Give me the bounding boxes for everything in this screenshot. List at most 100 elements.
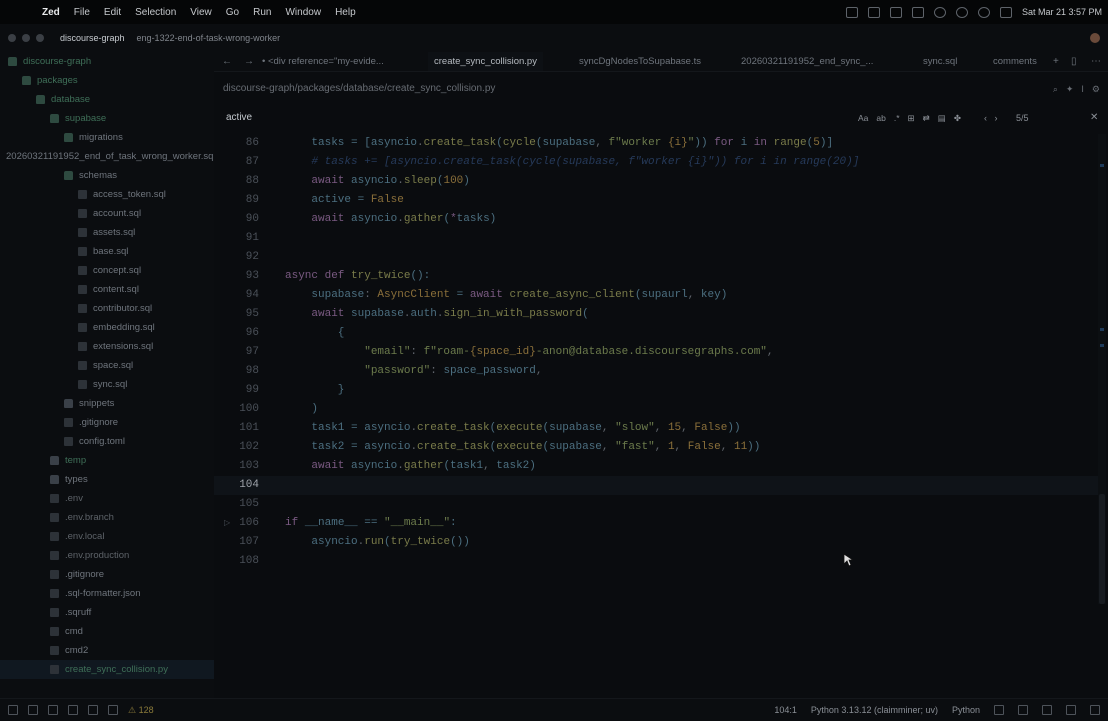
nav-forward-icon[interactable]: → xyxy=(244,52,254,71)
cursor-position[interactable]: 104:1 xyxy=(774,699,797,721)
tree-item[interactable]: 20260321191952_end_of_task_wrong_worker.… xyxy=(0,147,214,166)
code-line[interactable]: 101 task1 = asyncio.create_task(execute(… xyxy=(214,419,1098,438)
branch-picker[interactable]: eng-1322-end-of-task-wrong-worker xyxy=(137,33,281,43)
tree-item[interactable]: migrations xyxy=(0,128,214,147)
tree-item[interactable]: config.toml xyxy=(0,432,214,451)
battery-icon[interactable] xyxy=(911,6,924,18)
user-avatar[interactable] xyxy=(1090,33,1100,43)
control-center-icon[interactable] xyxy=(999,6,1012,18)
code-editor[interactable]: 86 tasks = [asyncio.create_task(cycle(su… xyxy=(214,134,1098,694)
code-line[interactable]: 99 } xyxy=(214,381,1098,400)
code-line[interactable]: 87 # tasks += [asyncio.create_task(cycle… xyxy=(214,153,1098,172)
tree-item[interactable]: .gitignore xyxy=(0,565,214,584)
wifi-icon[interactable] xyxy=(977,6,990,18)
code-line[interactable]: 108 xyxy=(214,552,1098,571)
code-line[interactable]: 104 xyxy=(214,476,1098,495)
menu-help[interactable]: Help xyxy=(335,7,356,18)
code-line[interactable]: 93 async def try_twice(): xyxy=(214,267,1098,286)
project-panel-toggle-icon[interactable] xyxy=(8,705,18,715)
tree-item[interactable]: account.sql xyxy=(0,204,214,223)
tree-item[interactable]: .env xyxy=(0,489,214,508)
tree-item[interactable]: schemas xyxy=(0,166,214,185)
code-line[interactable]: 98 "password": space_password, xyxy=(214,362,1098,381)
match-case-toggle[interactable]: Aa xyxy=(858,108,868,128)
tree-item[interactable]: cmd2 xyxy=(0,641,214,660)
code-line[interactable]: 92 xyxy=(214,248,1098,267)
tab-comments[interactable]: comments xyxy=(993,52,1037,71)
menu-go[interactable]: Go xyxy=(226,7,239,18)
git-panel-icon[interactable] xyxy=(28,705,38,715)
tree-item[interactable]: .gitignore xyxy=(0,413,214,432)
previous-match-icon[interactable]: ‹ xyxy=(984,113,987,123)
headphones-icon[interactable] xyxy=(933,6,946,18)
tree-item[interactable]: sync.sql xyxy=(0,375,214,394)
code-line[interactable]: 102 task2 = asyncio.create_task(execute(… xyxy=(214,438,1098,457)
editor-scrollbar[interactable] xyxy=(1098,134,1106,604)
tree-item[interactable]: assets.sql xyxy=(0,223,214,242)
code-line[interactable]: 96 { xyxy=(214,324,1098,343)
menu-selection[interactable]: Selection xyxy=(135,7,176,18)
zoom-window-button[interactable] xyxy=(36,34,44,42)
menu-app-name[interactable]: Zed xyxy=(42,7,60,18)
nav-back-icon[interactable]: ← xyxy=(222,52,232,71)
status-app-icon[interactable] xyxy=(867,6,880,18)
tree-item[interactable]: cmd xyxy=(0,622,214,641)
tree-item[interactable]: space.sql xyxy=(0,356,214,375)
code-line[interactable]: 91 xyxy=(214,229,1098,248)
tab-sync-dg-nodes[interactable]: syncDgNodesToSupabase.ts xyxy=(579,52,701,71)
code-line[interactable]: 95 await supabase.auth.sign_in_with_pass… xyxy=(214,305,1098,324)
tree-item[interactable]: embedding.sql xyxy=(0,318,214,337)
code-line[interactable]: 86 tasks = [asyncio.create_task(cycle(su… xyxy=(214,134,1098,153)
tree-item[interactable]: temp xyxy=(0,451,214,470)
tree-item[interactable]: create_sync_collision.py xyxy=(0,660,214,679)
select-all-matches-icon[interactable]: ⊞ xyxy=(908,108,915,128)
collab-panel-icon[interactable] xyxy=(68,705,78,715)
tab-create-sync-collision[interactable]: create_sync_collision.py xyxy=(428,52,543,71)
cursor-icon[interactable]: I xyxy=(1081,80,1084,98)
tree-item[interactable]: snippets xyxy=(0,394,214,413)
tab-div-reference[interactable]: • <div reference="my-evide... xyxy=(262,52,384,71)
search-input[interactable]: active xyxy=(226,108,252,128)
new-tab-icon[interactable]: + xyxy=(1053,52,1059,71)
more-options-icon[interactable]: ⋯ xyxy=(1091,52,1101,71)
tree-item[interactable]: access_token.sql xyxy=(0,185,214,204)
breadcrumb-path[interactable]: discourse-graph/packages/database/create… xyxy=(223,80,495,98)
language-selector[interactable]: Python xyxy=(952,699,980,721)
code-line[interactable]: 105 xyxy=(214,495,1098,514)
tree-item[interactable]: extensions.sql xyxy=(0,337,214,356)
project-picker[interactable]: discourse-graph xyxy=(60,33,125,43)
options-icon[interactable]: ✤ xyxy=(954,108,961,128)
code-line[interactable]: 97 "email": f"roam-{space_id}-anon@datab… xyxy=(214,343,1098,362)
python-interpreter[interactable]: Python 3.13.12 (claimminer; uv) xyxy=(811,699,938,721)
tree-item[interactable]: .sqruff xyxy=(0,603,214,622)
tree-item[interactable]: concept.sql xyxy=(0,261,214,280)
status-app-icon[interactable] xyxy=(889,6,902,18)
code-line[interactable]: 107 asyncio.run(try_twice()) xyxy=(214,533,1098,552)
next-match-icon[interactable]: › xyxy=(995,113,998,123)
bell-icon[interactable] xyxy=(1090,705,1100,715)
bluetooth-icon[interactable] xyxy=(955,6,968,18)
code-line[interactable]: 90 await asyncio.gather(*tasks) xyxy=(214,210,1098,229)
search-icon[interactable]: ⌕ xyxy=(1053,80,1058,98)
tree-item[interactable]: discourse-graph xyxy=(0,52,214,71)
tree-item[interactable]: .env.production xyxy=(0,546,214,565)
tree-item[interactable]: types xyxy=(0,470,214,489)
outline-panel-icon[interactable] xyxy=(48,705,58,715)
notifications-icon[interactable] xyxy=(1066,705,1076,715)
close-window-button[interactable] xyxy=(8,34,16,42)
filter-icon[interactable]: ▤ xyxy=(938,108,946,128)
settings-icon[interactable]: ⚙ xyxy=(1092,80,1100,98)
status-app-icon[interactable] xyxy=(845,6,858,18)
agent-icon[interactable] xyxy=(1042,705,1052,715)
menu-run[interactable]: Run xyxy=(253,7,271,18)
tree-item[interactable]: .sql-formatter.json xyxy=(0,584,214,603)
tree-item[interactable]: content.sql xyxy=(0,280,214,299)
assistant-icon[interactable]: ✦ xyxy=(1066,80,1074,98)
regex-toggle[interactable]: .* xyxy=(894,108,900,128)
menu-view[interactable]: View xyxy=(190,7,212,18)
file-info-icon[interactable] xyxy=(994,705,1004,715)
code-line[interactable]: 103 await asyncio.gather(task1, task2) xyxy=(214,457,1098,476)
tree-item[interactable]: packages xyxy=(0,71,214,90)
close-search-icon[interactable]: ✕ xyxy=(1090,108,1098,128)
terminal-icon[interactable] xyxy=(1018,705,1028,715)
